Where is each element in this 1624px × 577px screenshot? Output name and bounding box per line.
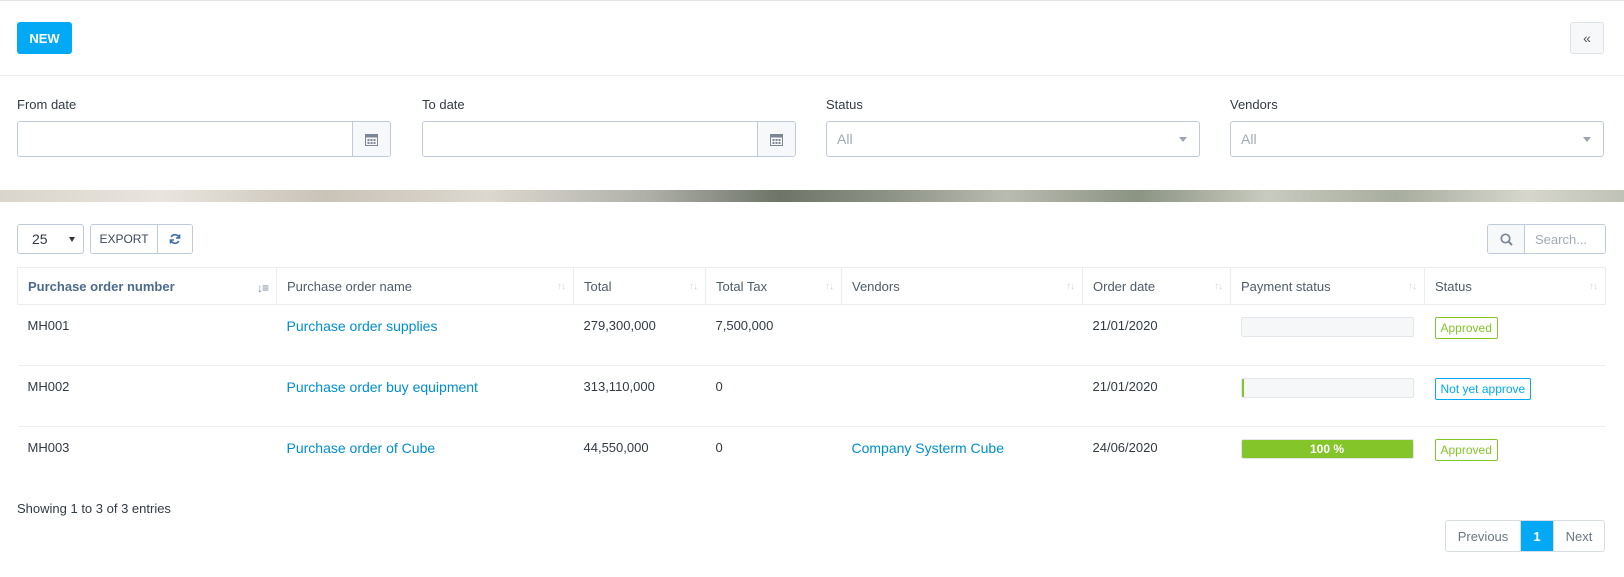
sort-icon: ↑↓ <box>1066 281 1075 292</box>
from-date-label: From date <box>17 97 77 112</box>
sort-icon: ↑↓ <box>825 281 834 292</box>
chevron-down-icon <box>69 236 75 242</box>
vendors-label: Vendors <box>1230 97 1278 112</box>
status-badge: Approved <box>1434 317 1498 339</box>
sort-icon: ↑↓ <box>557 281 566 292</box>
from-date-group <box>17 121 391 157</box>
chevron-down-icon <box>1179 136 1187 142</box>
order-total: 44,550,000 <box>583 440 649 455</box>
previous-page-button[interactable]: Previous <box>1446 521 1521 551</box>
divider <box>0 75 1624 76</box>
column-header-total-tax[interactable]: Total Tax ↑↓ <box>705 267 842 305</box>
column-header-status[interactable]: Status ↑↓ <box>1424 267 1606 305</box>
background-image-strip <box>0 190 1624 202</box>
sort-icon: ↑↓ <box>1214 281 1223 292</box>
order-number: MH002 <box>17 365 277 427</box>
order-total: 313,110,000 <box>573 365 706 427</box>
vendor-link[interactable]: Company Systerm Cube <box>852 440 1005 456</box>
pagination: Previous 1 Next <box>1445 520 1605 552</box>
column-header-order-date[interactable]: Order date ↑↓ <box>1082 267 1231 305</box>
to-date-input[interactable] <box>423 122 757 156</box>
search-icon <box>1488 225 1525 253</box>
column-header-vendors[interactable]: Vendors ↑↓ <box>841 267 1083 305</box>
table-row: MH001 Purchase order supplies 279,300,00… <box>17 304 1606 366</box>
export-button[interactable]: EXPORT <box>91 225 158 253</box>
order-number: MH003 <box>27 440 70 455</box>
payment-progress-fill <box>1241 379 1244 397</box>
refresh-button[interactable] <box>158 225 192 253</box>
search-input[interactable] <box>1525 225 1605 253</box>
payment-progress-bar: 100 % <box>1240 439 1414 459</box>
order-total: 279,300,000 <box>573 304 706 366</box>
status-select[interactable]: All <box>826 121 1200 157</box>
new-button[interactable]: NEW <box>17 22 72 54</box>
to-date-filter: To date <box>422 97 796 157</box>
order-tax: 0 <box>715 440 723 455</box>
double-chevron-left-icon: « <box>1583 30 1591 46</box>
sort-ascending-icon: ↓≡ <box>256 281 269 295</box>
chevron-down-icon <box>1583 136 1591 142</box>
table-header-row: Purchase order number ↓≡ Purchase order n… <box>17 267 1606 305</box>
order-name-link[interactable]: Purchase order supplies <box>287 318 438 334</box>
table-row: MH002 Purchase order buy equipment 313,1… <box>17 365 1606 427</box>
order-name-link[interactable]: Purchase order of Cube <box>287 440 436 456</box>
column-header-total[interactable]: Total ↑↓ <box>573 267 706 305</box>
filter-panel: NEW « From date To date Status All Vendo… <box>0 0 1624 190</box>
order-number: MH001 <box>17 304 277 366</box>
table-row: MH003 Purchase order of Cube 44,550,000 … <box>18 427 1606 488</box>
from-date-filter: From date <box>17 97 391 157</box>
search-group <box>1487 224 1606 254</box>
payment-progress-bar <box>1240 317 1414 337</box>
sort-icon: ↑↓ <box>1408 281 1417 292</box>
order-tax: 7,500,000 <box>705 304 842 366</box>
page-1-button[interactable]: 1 <box>1521 521 1553 551</box>
payment-progress-fill: 100 % <box>1241 440 1413 458</box>
column-header-name[interactable]: Purchase order name ↑↓ <box>276 267 574 305</box>
page-length-value: 25 <box>32 231 48 247</box>
payment-progress-bar <box>1240 378 1414 398</box>
status-selected-value: All <box>837 131 853 147</box>
order-date: 21/01/2020 <box>1082 304 1231 366</box>
calendar-icon[interactable] <box>757 122 795 156</box>
sort-icon: ↑↓ <box>1589 281 1598 292</box>
status-label: Status <box>826 97 863 112</box>
next-page-button[interactable]: Next <box>1553 521 1604 551</box>
table-buttons: EXPORT <box>90 224 193 254</box>
table-info: Showing 1 to 3 of 3 entries <box>17 501 171 516</box>
to-date-label: To date <box>422 97 465 112</box>
sort-icon: ↑↓ <box>689 281 698 292</box>
order-date: 21/01/2020 <box>1082 365 1231 427</box>
calendar-icon[interactable] <box>352 122 390 156</box>
column-header-number[interactable]: Purchase order number ↓≡ <box>17 267 277 305</box>
vendors-select[interactable]: All <box>1230 121 1604 157</box>
status-filter: Status All <box>826 97 1200 157</box>
from-date-input[interactable] <box>18 122 352 156</box>
order-tax: 0 <box>705 365 842 427</box>
vendors-filter: Vendors All <box>1230 97 1604 157</box>
status-badge: Approved <box>1434 439 1498 461</box>
refresh-icon <box>169 233 181 245</box>
purchase-orders-table: Purchase order number ↓≡ Purchase order n… <box>17 267 1606 488</box>
order-name-link[interactable]: Purchase order buy equipment <box>287 379 478 395</box>
collapse-panel-button[interactable]: « <box>1570 22 1604 54</box>
status-badge: Not yet approve <box>1434 378 1532 400</box>
to-date-group <box>422 121 796 157</box>
order-date: 24/06/2020 <box>1092 440 1158 455</box>
vendors-selected-value: All <box>1241 131 1257 147</box>
column-header-payment-status[interactable]: Payment status ↑↓ <box>1230 267 1425 305</box>
page-length-select[interactable]: 25 <box>17 224 84 254</box>
